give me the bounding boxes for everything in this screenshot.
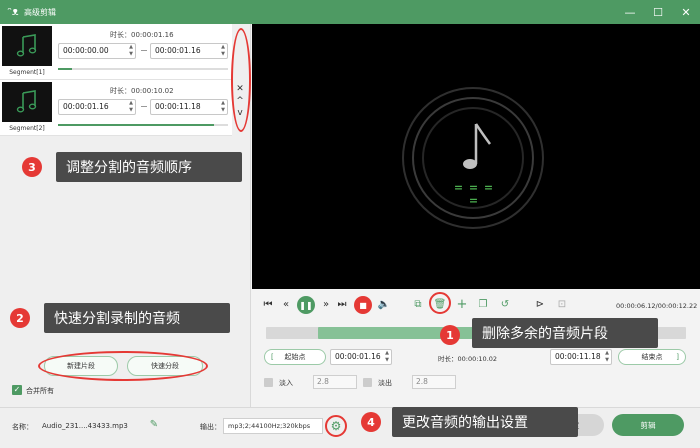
clip-end-value: 00:00:11.18: [555, 352, 601, 361]
music-note-icon: [463, 123, 492, 169]
clip-start-input[interactable]: 00:00:01.16 ▲ ▼: [330, 349, 392, 365]
window-title: 高级剪辑: [24, 7, 56, 17]
file-name: Audio_231....43433.mp3: [42, 422, 128, 430]
segment-progress-fill: [58, 68, 72, 70]
bracket-left-icon: [: [271, 353, 274, 361]
window-controls: — ☐ ✕: [616, 0, 700, 24]
fade-in-input[interactable]: 2.8: [313, 375, 357, 389]
spinner-icon[interactable]: ▲ ▼: [221, 44, 225, 58]
set-end-button[interactable]: 结束点 ]: [618, 349, 686, 365]
callout-label: 删除多余的音频片段: [472, 318, 658, 348]
volume-icon[interactable]: 🔈: [378, 298, 390, 310]
music-note-icon: [16, 90, 37, 113]
edit-name-icon[interactable]: ✎: [148, 418, 160, 430]
segment-start-input[interactable]: 00:00:01.16 ▲ ▼: [58, 99, 136, 115]
stop-button[interactable]: ■: [354, 296, 372, 314]
cut-button[interactable]: 剪辑: [612, 414, 684, 436]
add-icon[interactable]: +: [456, 297, 468, 312]
segment-progress-fill: [58, 124, 215, 126]
clip-start-value: 00:00:01.16: [335, 352, 381, 361]
start-point-label: 起始点: [284, 353, 306, 361]
segment-progress: [58, 68, 228, 70]
segment-panel: Segment[1] 时长：00:00:01.16 00:00:00.00 ▲ ▼…: [0, 24, 251, 407]
undo-icon[interactable]: ↺: [499, 298, 511, 310]
title-bar: ᵔᴥ 高级剪辑 — ☐ ✕: [0, 0, 700, 24]
segment-duration: 时长：00:00:01.16: [110, 31, 174, 39]
output-format-field[interactable]: mp3;2;44100Hz;320kbps: [223, 418, 323, 434]
name-label: 名称：: [12, 423, 33, 431]
fade-out-label: 淡出: [378, 379, 392, 387]
fade-out-checkbox[interactable]: [363, 378, 372, 387]
range-separator: [141, 106, 147, 107]
segment-thumbnail: [2, 82, 52, 122]
skip-end-icon[interactable]: ⏭: [336, 298, 348, 310]
segment-name: Segment[1]: [9, 69, 45, 76]
spinner-icon[interactable]: ▲ ▼: [385, 350, 389, 364]
pause-button[interactable]: ❚❚: [297, 296, 315, 314]
set-start-button[interactable]: [ 起始点: [264, 349, 326, 365]
minimize-button[interactable]: —: [616, 0, 644, 24]
copy-icon[interactable]: ❐: [477, 298, 489, 310]
highlight-ellipse: [325, 415, 347, 437]
bracket-right-icon: ]: [676, 353, 679, 361]
callout-number: 2: [10, 308, 30, 328]
callout-number: 1: [440, 325, 460, 345]
callout-label: 调整分割的音频顺序: [56, 152, 242, 182]
split-icon[interactable]: ⧉: [412, 298, 424, 310]
fade-in-checkbox[interactable]: [264, 378, 273, 387]
spinner-icon[interactable]: ▲ ▼: [129, 100, 133, 114]
merge-all-checkbox[interactable]: ✓: [12, 385, 22, 395]
segment-item[interactable]: Segment[2] 时长：00:00:10.02 00:00:01.16 ▲ ▼…: [0, 80, 232, 136]
highlight-ellipse: [38, 351, 208, 381]
rabbit-logo-icon: ᵔᴥ: [7, 5, 19, 18]
range-separator: [141, 50, 147, 51]
callout-label: 更改音频的输出设置: [392, 407, 578, 437]
forward-icon[interactable]: »: [320, 298, 332, 310]
segment-progress: [58, 124, 228, 126]
segment-duration: 时长：00:00:10.02: [110, 87, 174, 95]
audio-preview: = = = =: [252, 24, 700, 289]
close-button[interactable]: ✕: [672, 0, 700, 24]
output-label: 输出：: [200, 423, 221, 431]
end-point-label: 结束点: [641, 353, 663, 361]
maximize-button[interactable]: ☐: [644, 0, 672, 24]
callout-number: 3: [22, 157, 42, 177]
audio-level-indicator: = = = =: [453, 181, 495, 207]
fade-in-label: 淡入: [279, 379, 293, 387]
spinner-icon[interactable]: ▲ ▼: [605, 350, 609, 364]
spinner-icon[interactable]: ▲ ▼: [221, 100, 225, 114]
callout-number: 4: [361, 412, 381, 432]
segment-start-input[interactable]: 00:00:00.00 ▲ ▼: [58, 43, 136, 59]
segment-name: Segment[2]: [9, 125, 45, 132]
clip-end-input[interactable]: 00:00:11.18 ▲ ▼: [550, 349, 612, 365]
music-note-icon: [16, 34, 37, 57]
segment-end-input[interactable]: 00:00:01.16 ▲ ▼: [150, 43, 228, 59]
segment-thumbnail: [2, 26, 52, 66]
segment-start-value: 00:00:00.00: [63, 46, 109, 55]
segment-start-value: 00:00:01.16: [63, 102, 109, 111]
trim-start-icon[interactable]: ⊳: [534, 298, 546, 310]
segment-item[interactable]: Segment[1] 时长：00:00:01.16 00:00:00.00 ▲ ▼…: [0, 24, 232, 80]
highlight-ellipse: [231, 28, 251, 132]
fade-out-input[interactable]: 2.8: [412, 375, 456, 389]
clip-duration: 时长：00:00:10.02: [438, 355, 498, 363]
skip-start-icon[interactable]: ⏮: [262, 298, 274, 310]
rewind-icon[interactable]: «: [280, 298, 292, 310]
callout-label: 快速分割录制的音频: [44, 303, 230, 333]
playback-time: 00:00:06.12/00:00:12.22: [616, 302, 698, 310]
spinner-icon[interactable]: ▲ ▼: [129, 44, 133, 58]
trim-end-icon[interactable]: ⊡: [556, 298, 568, 310]
segment-end-input[interactable]: 00:00:11.18 ▲ ▼: [150, 99, 228, 115]
preview-graphic: [402, 87, 544, 229]
highlight-ellipse: [429, 292, 451, 314]
segment-end-value: 00:00:11.18: [155, 102, 201, 111]
segment-end-value: 00:00:01.16: [155, 46, 201, 55]
merge-all-label: 合并所有: [26, 387, 54, 395]
